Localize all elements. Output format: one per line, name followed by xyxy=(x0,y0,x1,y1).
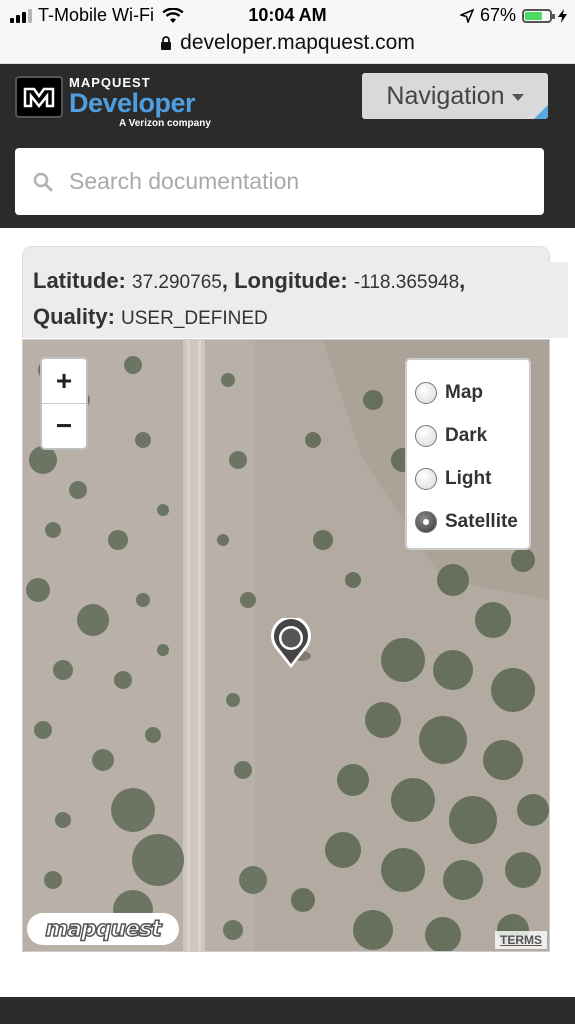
layer-option-light[interactable]: Light xyxy=(415,464,491,494)
battery-icon xyxy=(522,8,555,23)
logo-tagline: A Verizon company xyxy=(119,118,211,129)
layer-label-light: Light xyxy=(445,468,492,489)
layer-option-map[interactable]: Map xyxy=(415,378,483,408)
layer-label-dark: Dark xyxy=(445,425,488,446)
search-icon xyxy=(33,172,53,191)
layer-option-dark[interactable]: Dark xyxy=(415,421,487,451)
mapquest-developer-logo[interactable]: MAPQUEST Developer A Verizon company xyxy=(15,76,211,129)
navigation-button[interactable]: Navigation xyxy=(362,73,548,119)
navigation-label: Navigation xyxy=(386,81,505,110)
layer-label-satellite: Satellite xyxy=(445,511,518,532)
status-right: 67% xyxy=(459,5,567,26)
search-input[interactable] xyxy=(67,167,511,196)
layer-label-map: Map xyxy=(445,382,483,403)
longitude-label: Longitude: xyxy=(234,268,348,293)
search-box[interactable] xyxy=(15,148,544,215)
charging-bolt-icon xyxy=(558,8,567,23)
address-bar[interactable]: developer.mapquest.com xyxy=(0,30,575,64)
map-view[interactable]: + − Map Dark Light Satellite mapquest TE… xyxy=(22,339,550,952)
latitude-label: Latitude: xyxy=(33,268,126,293)
geocode-result-card: Latitude: 37.290765, Longitude: -118.365… xyxy=(22,246,550,338)
layer-switcher: Map Dark Light Satellite xyxy=(405,358,531,550)
status-bar: T-Mobile Wi-Fi 10:04 AM 67% xyxy=(0,0,575,30)
chevron-down-icon xyxy=(511,94,524,101)
location-arrow-icon xyxy=(459,8,474,23)
radio-dark[interactable] xyxy=(415,425,437,447)
mapquest-brand-logo: mapquest xyxy=(27,913,179,945)
terms-link[interactable]: TERMS xyxy=(495,931,547,949)
layer-option-satellite[interactable]: Satellite xyxy=(415,507,518,537)
site-header: MAPQUEST Developer A Verizon company Nav… xyxy=(0,64,575,228)
card-edge xyxy=(549,262,568,338)
corner-accent xyxy=(534,105,548,119)
radio-satellite[interactable] xyxy=(415,511,437,533)
quality-label: Quality: xyxy=(33,304,115,329)
coordinates-text: Latitude: 37.290765, Longitude: -118.365… xyxy=(33,268,466,329)
zoom-control: + − xyxy=(40,357,88,450)
quality-value: USER_DEFINED xyxy=(121,308,268,329)
battery-percent: 67% xyxy=(479,5,516,25)
mapquest-logo-icon xyxy=(15,76,63,118)
logo-product: Developer xyxy=(69,88,196,118)
longitude-value: -118.365948 xyxy=(353,272,460,293)
zoom-out-button[interactable]: − xyxy=(42,404,86,448)
radio-light[interactable] xyxy=(415,468,437,490)
url-text: developer.mapquest.com xyxy=(180,31,415,54)
radio-map[interactable] xyxy=(415,382,437,404)
location-pin-icon[interactable] xyxy=(269,618,317,670)
page-footer xyxy=(0,997,575,1024)
latitude-value: 37.290765 xyxy=(132,272,222,293)
lock-icon xyxy=(161,35,172,50)
zoom-in-button[interactable]: + xyxy=(42,359,86,404)
